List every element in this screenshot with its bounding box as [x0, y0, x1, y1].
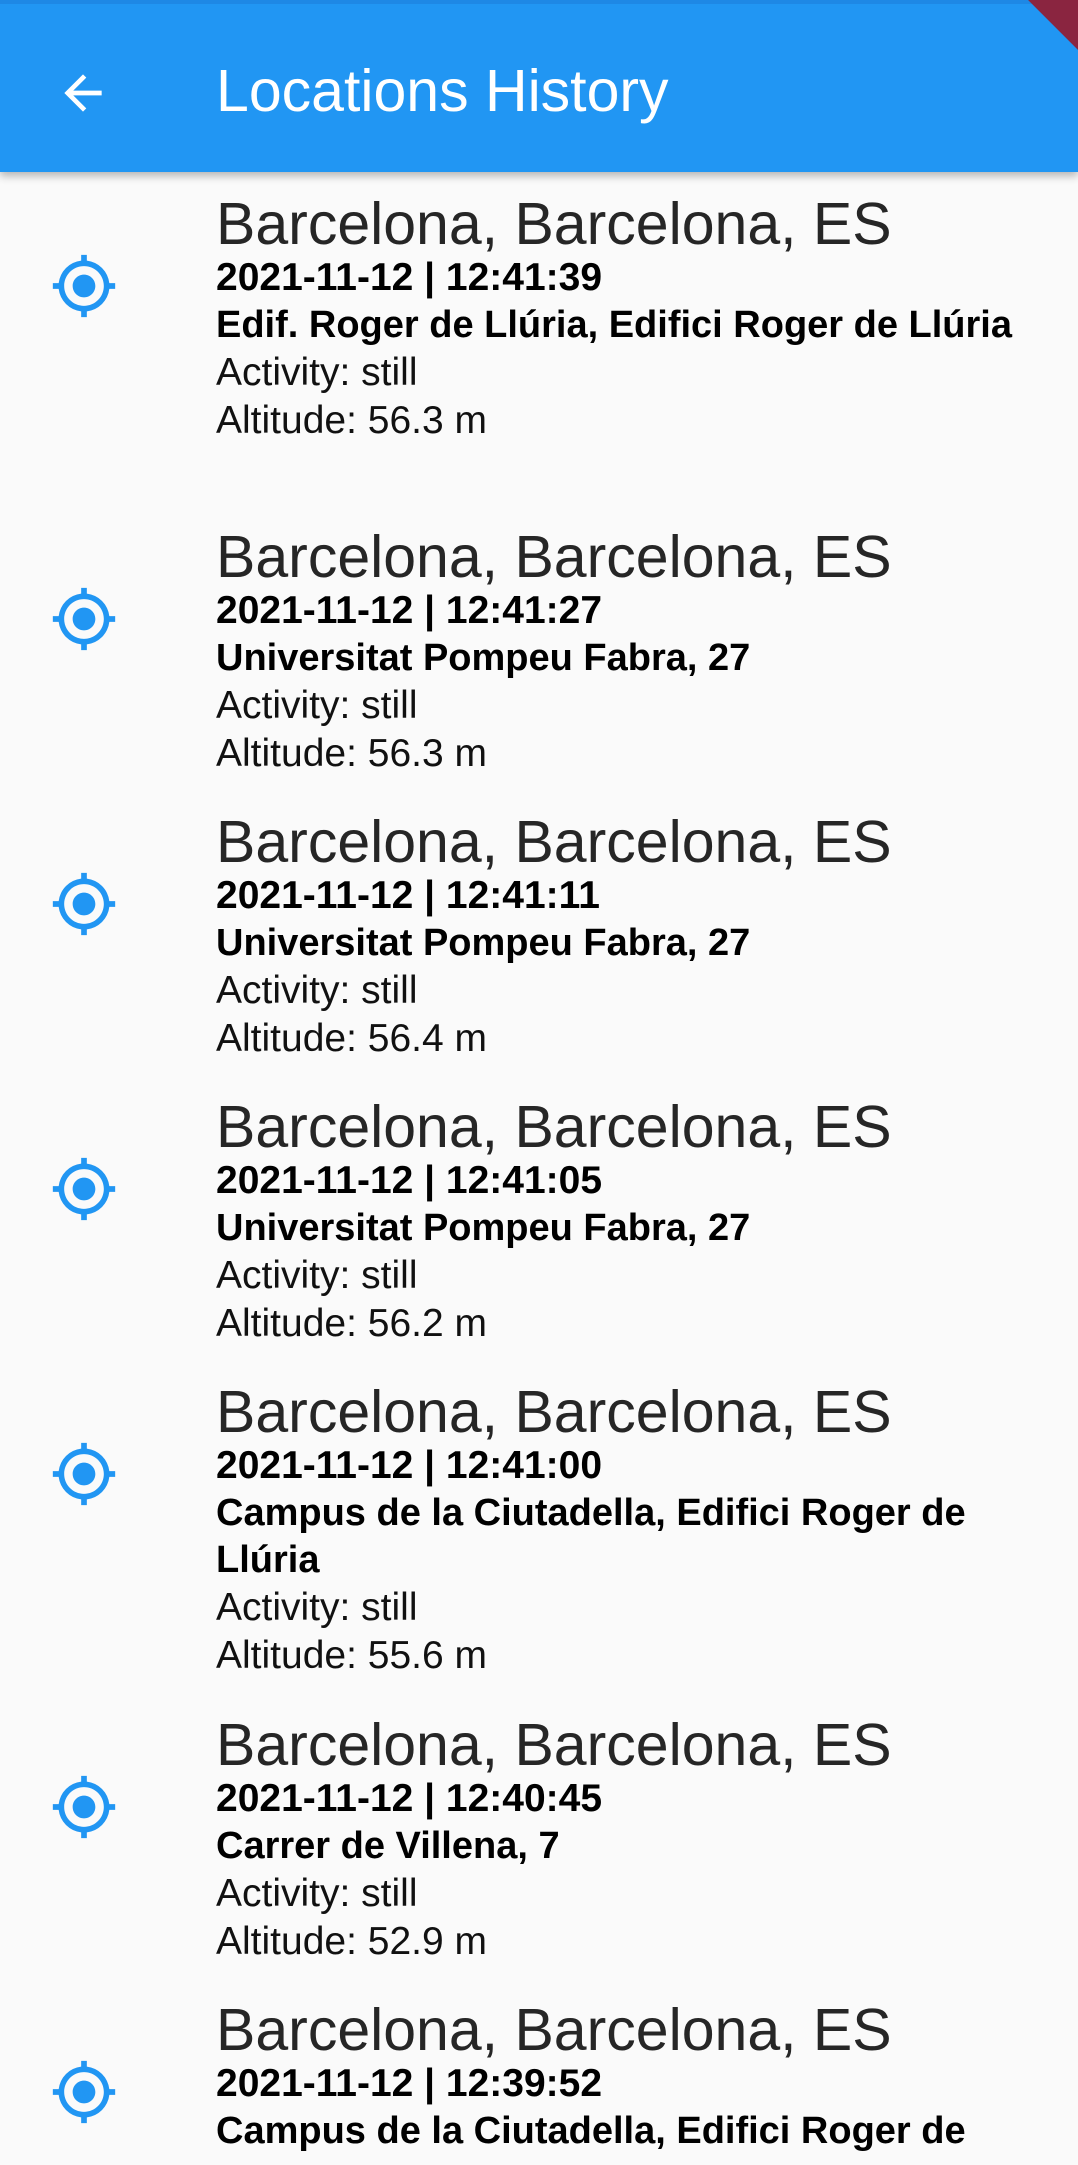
location-address: Universitat Pompeu Fabra, 27	[216, 1207, 751, 1249]
location-datetime: 2021-11-12 | 12:41:39	[216, 256, 603, 299]
gps-fixed-icon	[50, 1155, 118, 1223]
location-city: Barcelona, Barcelona, ES	[216, 809, 892, 875]
location-city: Barcelona, Barcelona, ES	[216, 1094, 892, 1160]
location-altitude: Altitude: 56.2 m	[216, 1302, 487, 1345]
debug-banner	[996, 0, 1078, 54]
location-address: Campus de la Ciutadella, Edifici Roger d…	[216, 2110, 966, 2152]
location-altitude: Altitude: 56.3 m	[216, 732, 487, 775]
location-city: Barcelona, Barcelona, ES	[216, 191, 892, 257]
location-address: Universitat Pompeu Fabra, 27	[216, 637, 751, 679]
location-address: Edif. Roger de Llúria, Edifici Roger de …	[216, 304, 1012, 346]
page-title: Locations History	[216, 58, 669, 124]
location-address: Carrer de Villena, 7	[216, 1825, 560, 1867]
location-activity: Activity: still	[216, 969, 418, 1012]
location-city: Barcelona, Barcelona, ES	[216, 1712, 892, 1778]
locations-list[interactable]: Barcelona, Barcelona, ES 2021-11-12 | 12…	[0, 172, 1078, 2165]
location-datetime: 2021-11-12 | 12:41:05	[216, 1159, 603, 1202]
app-bar: Locations History	[0, 0, 1078, 172]
location-altitude: Altitude: 56.3 m	[216, 399, 487, 442]
location-city: Barcelona, Barcelona, ES	[216, 1379, 892, 1445]
gps-fixed-icon	[50, 585, 118, 653]
gps-fixed-icon	[50, 2058, 118, 2126]
location-altitude: Altitude: 55.6 m	[216, 1634, 487, 1677]
location-activity: Activity: still	[216, 1872, 418, 1915]
location-datetime: 2021-11-12 | 12:40:45	[216, 1777, 603, 1820]
back-button[interactable]	[40, 50, 126, 136]
location-activity: Activity: still	[216, 351, 418, 394]
location-datetime: 2021-11-12 | 12:39:52	[216, 2062, 603, 2105]
location-datetime: 2021-11-12 | 12:41:27	[216, 589, 603, 632]
location-activity: Activity: still	[216, 684, 418, 727]
location-altitude: Altitude: 52.9 m	[216, 1920, 487, 1963]
location-address: Universitat Pompeu Fabra, 27	[216, 922, 751, 964]
location-activity: Activity: still	[216, 1586, 418, 1629]
location-activity: Activity: still	[216, 1254, 418, 1297]
gps-fixed-icon	[50, 252, 118, 320]
arrow-back-icon	[64, 74, 102, 112]
gps-fixed-icon	[50, 1773, 118, 1841]
location-city: Barcelona, Barcelona, ES	[216, 524, 892, 590]
gps-fixed-icon	[50, 870, 118, 938]
location-altitude: Altitude: 56.4 m	[216, 1017, 487, 1060]
location-datetime: 2021-11-12 | 12:41:11	[216, 874, 600, 917]
location-datetime: 2021-11-12 | 12:41:00	[216, 1444, 603, 1487]
status-strip	[0, 0, 1078, 4]
location-address: Campus de la Ciutadella, Edifici Roger d…	[216, 1492, 966, 1581]
gps-fixed-icon	[50, 1440, 118, 1508]
location-city: Barcelona, Barcelona, ES	[216, 1997, 892, 2063]
